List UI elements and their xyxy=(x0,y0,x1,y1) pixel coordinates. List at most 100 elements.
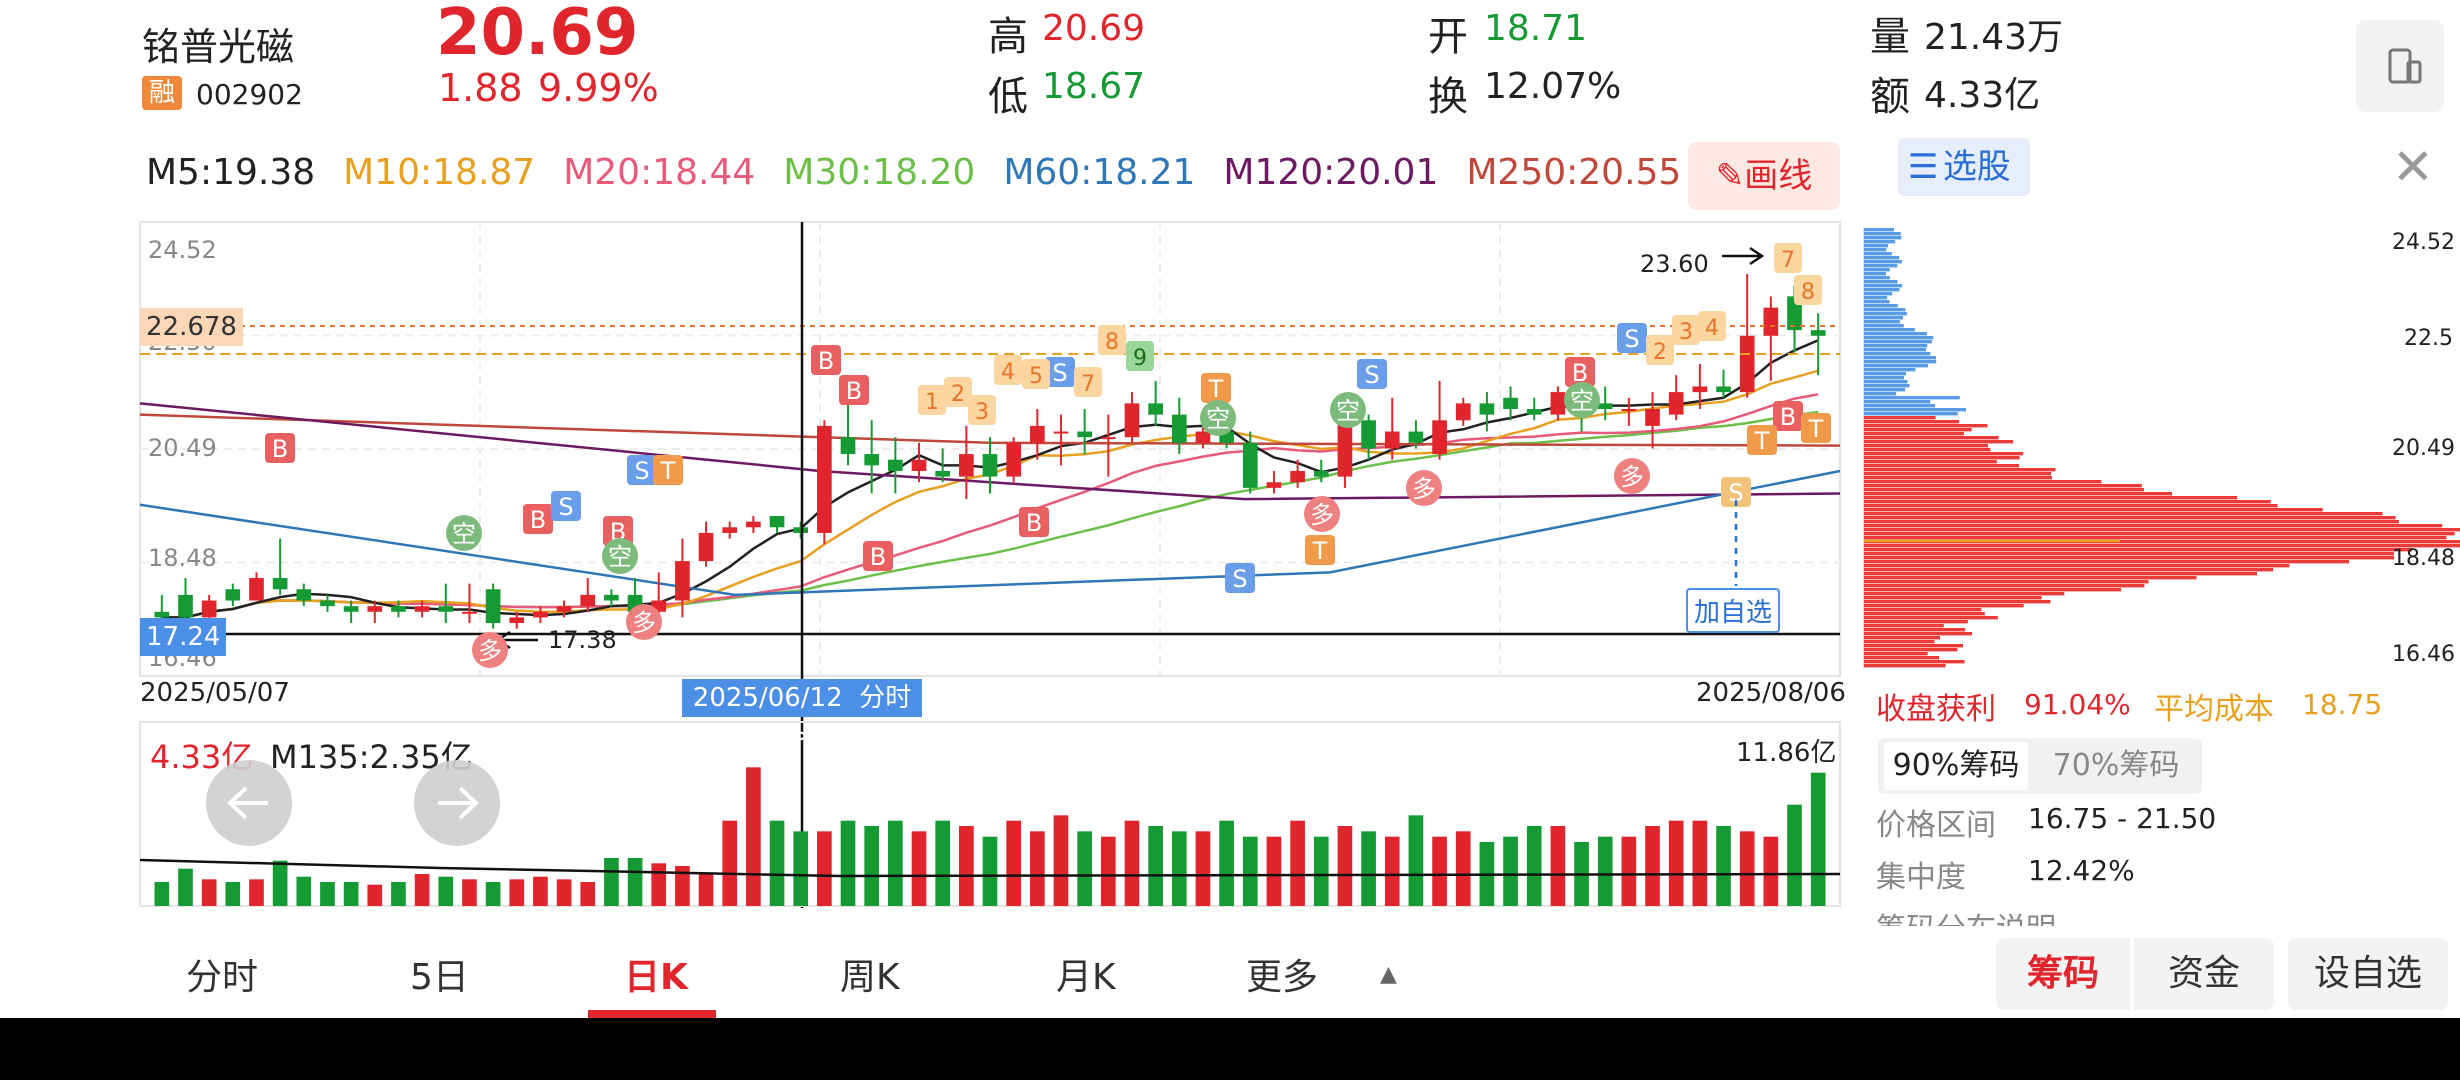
chip-bar xyxy=(1864,520,2399,524)
chip-bar xyxy=(1864,408,1967,412)
volume-bar xyxy=(1148,826,1163,906)
chip-bar xyxy=(1864,608,1982,612)
volume-bar xyxy=(1503,836,1518,906)
chip-bar xyxy=(1864,632,1973,636)
tab-monthly-k[interactable]: 月K xyxy=(1056,948,1116,1000)
chip-bar xyxy=(1864,356,1936,360)
chip-bar xyxy=(1864,504,2278,508)
chip-bar xyxy=(1864,524,2443,528)
avg-cost-value: 18.75 xyxy=(2302,688,2383,721)
chip-bar xyxy=(1864,276,1890,280)
chip-bar xyxy=(1864,288,1900,292)
funds-button[interactable]: 资金 xyxy=(2134,938,2274,1010)
chip-bar xyxy=(1864,548,2412,552)
chip-bar xyxy=(1864,480,2102,484)
scroll-right-button[interactable] xyxy=(414,760,500,846)
chip-explain-link[interactable]: 筹码分布说明 xyxy=(1876,904,2056,926)
volume-bar xyxy=(485,882,501,906)
chip-bar xyxy=(1864,376,1905,380)
volume-bar xyxy=(888,820,903,906)
volume-bar xyxy=(1526,826,1542,906)
chip-bar xyxy=(1864,336,1934,340)
chip-bar xyxy=(1864,400,1931,404)
chip-y-tick: 16.46 xyxy=(2392,642,2455,667)
chip-bar xyxy=(1864,380,1908,384)
avg-cost-label: 平均成本 xyxy=(2154,692,2274,727)
volume-bar xyxy=(225,882,241,906)
volume-bar xyxy=(1432,836,1447,906)
chip-bar xyxy=(1864,556,2395,560)
chip-bar xyxy=(1864,468,2056,472)
volume-bar xyxy=(1313,836,1329,906)
arrow-left-icon xyxy=(227,786,268,820)
chip-bar xyxy=(1864,340,1932,344)
chip-bar xyxy=(1864,484,2142,488)
chip-bar xyxy=(1864,460,1997,464)
chip-bar xyxy=(1864,316,1904,320)
volume-bar xyxy=(769,820,785,906)
volume-bar xyxy=(627,858,643,906)
chip-bar xyxy=(1864,500,2271,504)
range-value: 16.75 - 21.50 xyxy=(2028,802,2217,835)
volume-bar xyxy=(1621,836,1637,906)
volume-bar xyxy=(320,882,335,906)
tab-chip-70[interactable]: 70%筹码 xyxy=(2036,738,2196,794)
chip-bar xyxy=(1864,508,2323,512)
chip-bar xyxy=(1864,512,2383,516)
chip-bar xyxy=(1864,292,1893,296)
chip-bar xyxy=(1864,256,1900,260)
chip-y-tick: 18.48 xyxy=(2392,546,2455,571)
chip-bar xyxy=(1864,628,1966,632)
scroll-left-button[interactable] xyxy=(206,760,292,846)
chip-bar xyxy=(1864,264,1898,268)
volume-bar xyxy=(1029,831,1045,906)
chip-bar xyxy=(1864,584,2145,588)
chip-bar xyxy=(1864,660,1965,664)
tab-more[interactable]: 更多 xyxy=(1246,948,1318,1000)
chip-bar xyxy=(1864,244,1888,248)
chip-bar xyxy=(1864,372,1906,376)
chip-bar xyxy=(1864,352,1931,356)
chip-bar xyxy=(1864,476,2052,480)
concentration-label: 集中度 xyxy=(1876,860,1966,895)
volume-bar xyxy=(556,879,572,906)
chip-bar xyxy=(1864,436,1999,440)
chip-bar xyxy=(1864,600,2051,604)
chip-bar xyxy=(1864,648,1958,652)
chip-bar xyxy=(1864,576,2197,580)
chip-bar xyxy=(1864,528,2460,532)
volume-bar xyxy=(1455,831,1471,906)
volume-bar xyxy=(1124,820,1140,906)
chip-bar xyxy=(1864,324,1904,328)
chip-bar xyxy=(1864,296,1888,300)
chip-bar xyxy=(1864,240,1896,244)
chip-bar xyxy=(1864,596,2042,600)
volume-bar xyxy=(154,882,170,906)
chip-bar xyxy=(1864,328,1915,332)
volume-bar xyxy=(533,876,548,906)
caret-up-icon[interactable]: ▲ xyxy=(1380,962,1397,987)
tab-5day[interactable]: 5日 xyxy=(410,948,469,1000)
chip-bar xyxy=(1864,420,1960,424)
chip-bar xyxy=(1864,452,2024,456)
chip-bar xyxy=(1864,656,1940,660)
tab-daily-k[interactable]: 日K xyxy=(624,948,688,1000)
volume-bar xyxy=(1550,826,1566,906)
volume-bar xyxy=(746,767,761,906)
chip-bar xyxy=(1864,652,1928,656)
chip-bar xyxy=(1864,428,1972,432)
volume-bar xyxy=(817,831,832,906)
add-watchlist-button[interactable]: 设自选 xyxy=(2288,938,2448,1010)
chip-bar xyxy=(1864,332,1928,336)
chip-bar xyxy=(1864,464,2020,468)
volume-bar xyxy=(959,826,974,906)
chip-bar xyxy=(1864,624,1944,628)
tab-time-share[interactable]: 分时 xyxy=(186,948,258,1000)
volume-bar xyxy=(391,882,406,906)
tab-chip-90[interactable]: 90%筹码 xyxy=(1884,742,2028,790)
chip-distribution-chart xyxy=(1863,228,2460,668)
chip-bar xyxy=(1864,368,1916,372)
chips-button[interactable]: 筹码 xyxy=(1996,938,2130,1010)
chip-bar xyxy=(1864,592,2065,596)
tab-weekly-k[interactable]: 周K xyxy=(840,948,900,1000)
